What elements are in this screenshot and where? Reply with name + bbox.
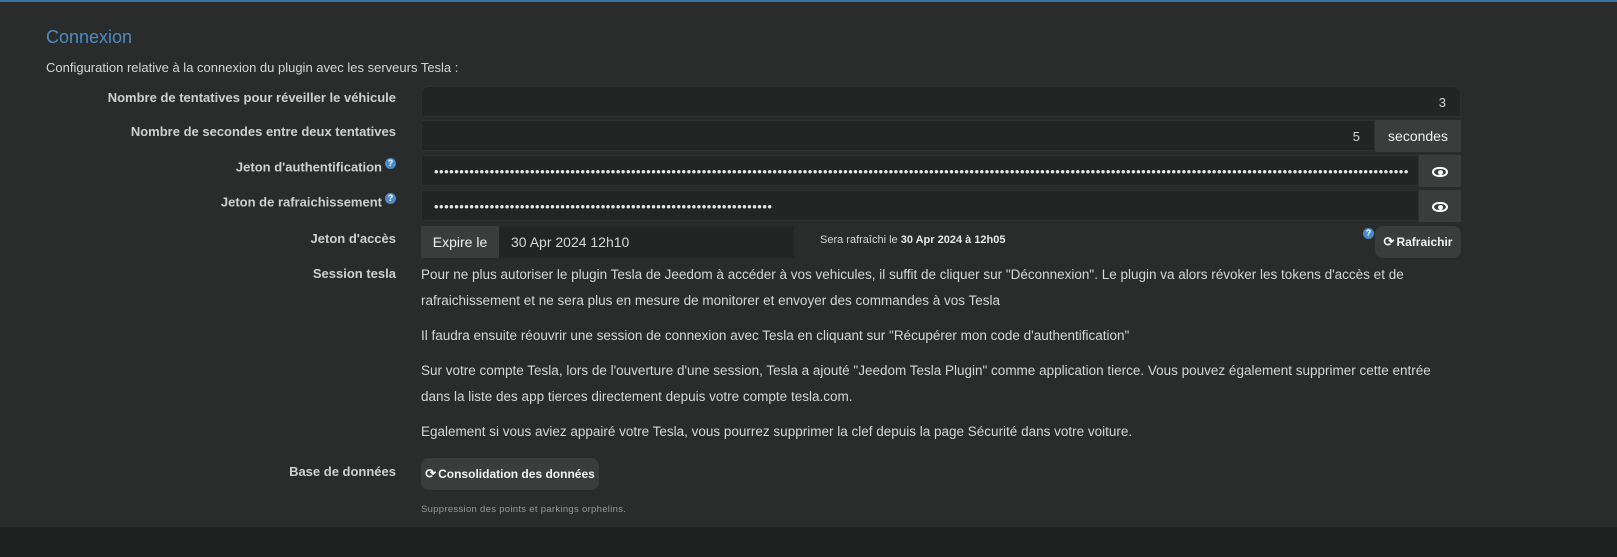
session-paragraph-4: Egalement si vous aviez appairé votre Te…	[421, 424, 1133, 439]
refresh-schedule-info: Sera rafraîchi le 30 Apr 2024 à 12h05	[820, 234, 1006, 246]
expire-date-value: 30 Apr 2024 12h10	[499, 226, 794, 258]
auth-token-input[interactable]: ••••••••••••••••••••••••••••••••••••••••…	[421, 155, 1419, 186]
session-paragraph-2: Il faudra ensuite réouvrir une session d…	[421, 328, 1130, 343]
eye-icon	[1432, 167, 1448, 178]
refresh-token-label: Jeton de rafraichissement?	[221, 193, 396, 209]
question-circle-icon[interactable]: ?	[385, 193, 396, 204]
seconds-between-input[interactable]: 5	[421, 120, 1375, 151]
access-token-label: Jeton d'accès	[311, 231, 396, 246]
session-label-text: Session tesla	[312, 266, 396, 281]
seconds-unit-addon: secondes	[1375, 120, 1461, 152]
refresh-token-label-text: Jeton de rafraichissement	[220, 194, 382, 210]
consolidate-button-label: Consolidation des données	[438, 467, 595, 481]
refresh-schedule-prefix: Sera rafraîchi le	[820, 234, 898, 246]
wake-attempts-label: Nombre de tentatives pour réveiller le v…	[108, 90, 396, 105]
refresh-token-toggle-visibility-button[interactable]	[1419, 190, 1461, 222]
sync-icon: ⟳	[425, 466, 437, 481]
refresh-token-input[interactable]: ••••••••••••••••••••••••••••••••••••••••…	[421, 190, 1419, 221]
question-circle-icon[interactable]: ?	[385, 158, 396, 169]
connexion-panel: Connexion Configuration relative à la co…	[0, 0, 1617, 527]
database-label: Base de données	[289, 464, 396, 479]
access-token-label-text: Jeton d'accès	[310, 231, 396, 246]
refresh-token-masked-value: ••••••••••••••••••••••••••••••••••••••••…	[434, 199, 773, 214]
session-label: Session tesla	[313, 266, 396, 281]
refresh-button-label: Rafraichir	[1396, 235, 1453, 249]
consolidate-data-button[interactable]: ⟳ Consolidation des données	[421, 458, 599, 490]
seconds-between-label: Nombre de secondes entre deux tentatives	[131, 124, 396, 139]
wake-attempts-label-text: Nombre de tentatives pour réveiller le v…	[107, 90, 396, 105]
wake-attempts-input[interactable]: 3	[421, 86, 1461, 117]
auth-token-masked-value: ••••••••••••••••••••••••••••••••••••••••…	[434, 164, 1408, 179]
expire-label-addon: Expire le	[421, 226, 499, 258]
seconds-between-label-text: Nombre de secondes entre deux tentatives	[130, 124, 396, 139]
auth-token-label: Jeton d'authentification?	[236, 158, 396, 174]
sync-icon: ⟳	[1383, 234, 1395, 249]
session-paragraph-1: Pour ne plus autoriser le plugin Tesla d…	[421, 267, 1404, 308]
session-paragraph-3: Sur votre compte Tesla, lors de l'ouvert…	[421, 363, 1431, 404]
database-label-text: Base de données	[289, 464, 396, 479]
refresh-schedule-date: 30 Apr 2024 à 12h05	[900, 234, 1006, 246]
question-circle-icon[interactable]: ?	[1363, 228, 1374, 239]
auth-token-toggle-visibility-button[interactable]	[1419, 155, 1461, 187]
section-title: Connexion	[46, 27, 133, 47]
database-note: Suppression des points et parkings orphe…	[421, 504, 627, 515]
auth-token-label-text: Jeton d'authentification	[235, 159, 382, 175]
section-description: Configuration relative à la connexion du…	[46, 60, 459, 75]
refresh-token-button[interactable]: ⟳ Rafraichir	[1375, 226, 1461, 258]
eye-icon	[1432, 202, 1448, 213]
